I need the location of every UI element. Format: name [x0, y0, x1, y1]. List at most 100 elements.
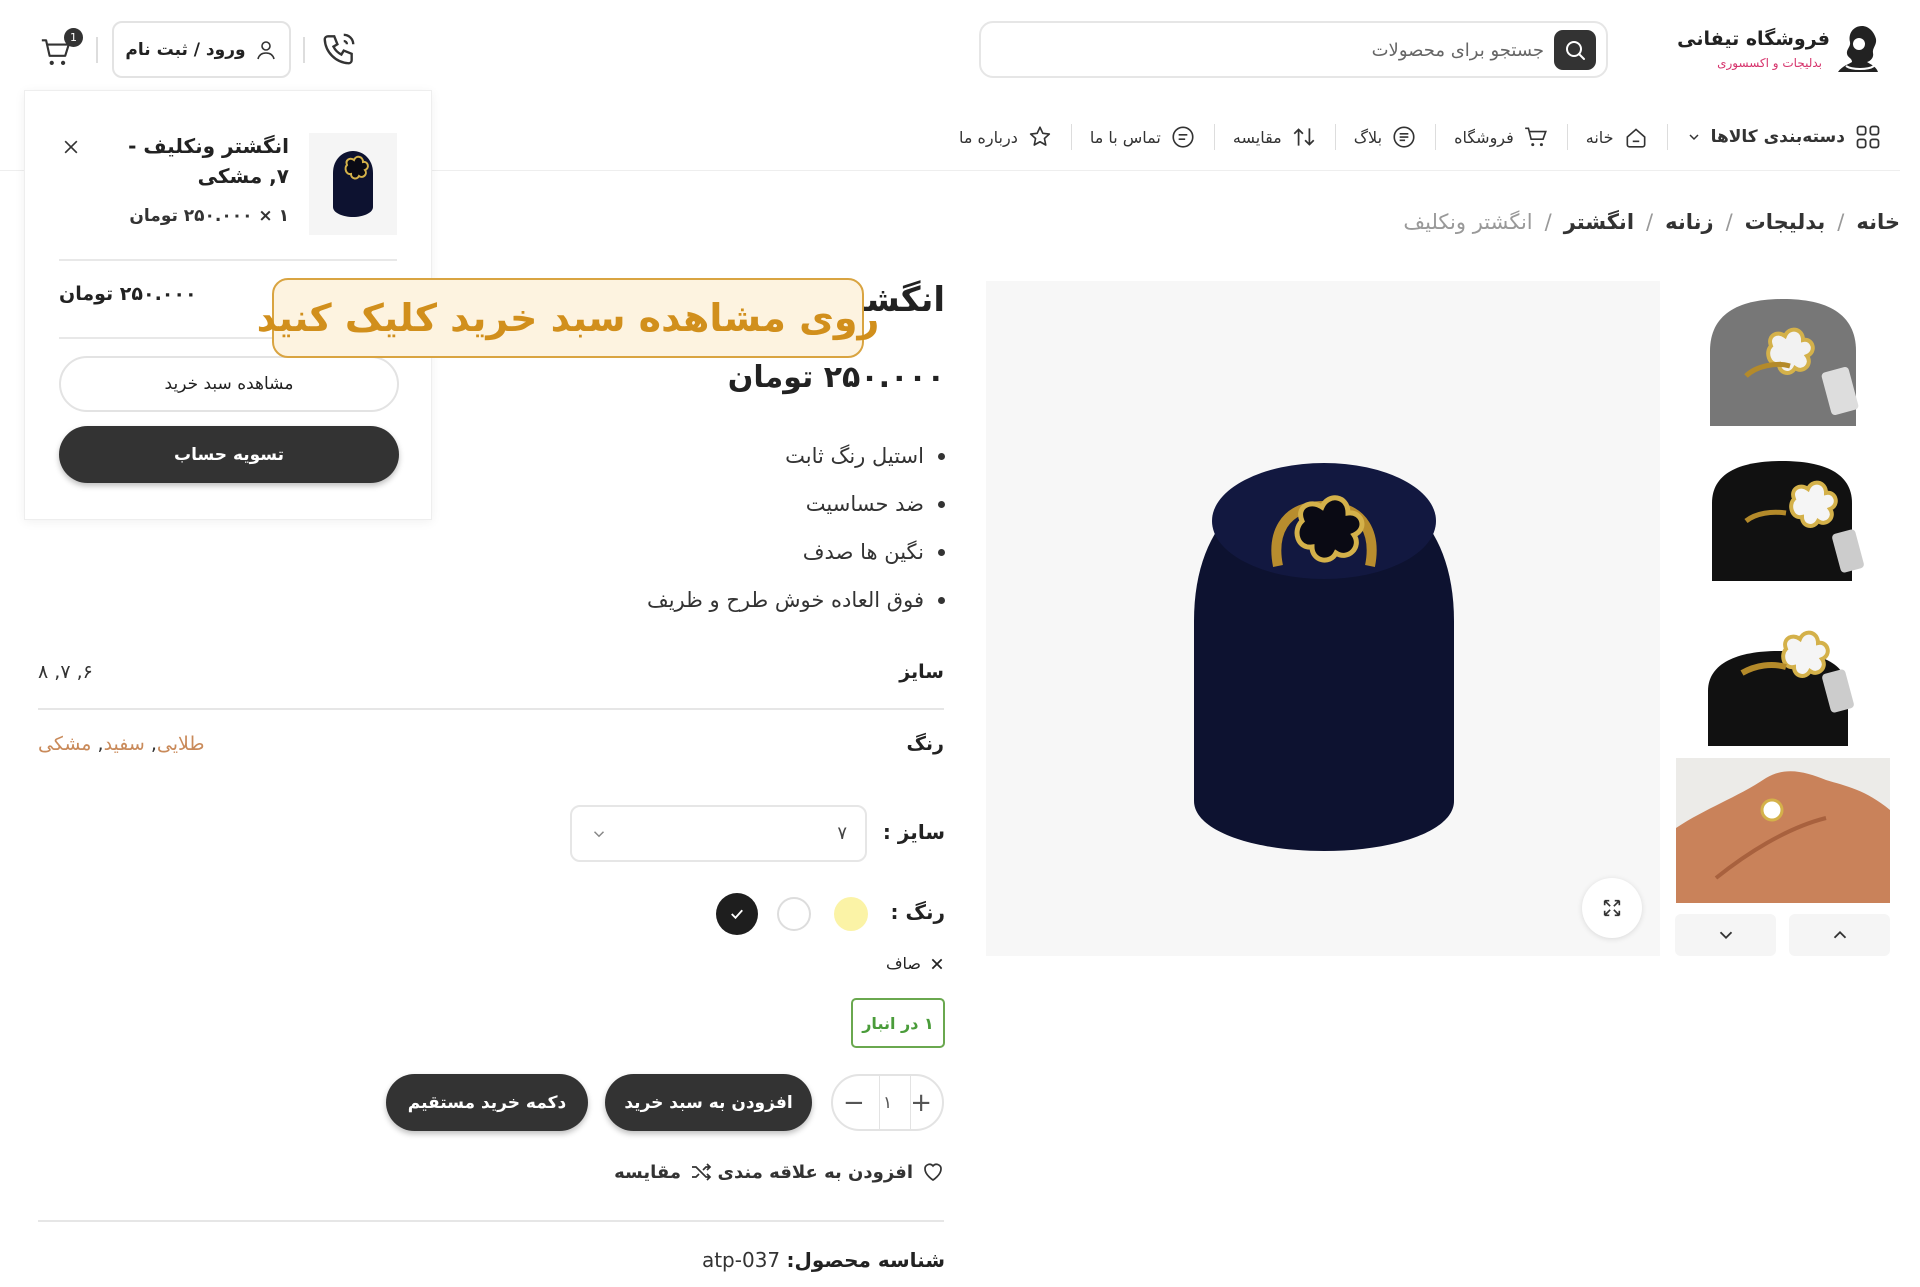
swatch-black-selected[interactable] [716, 893, 758, 935]
feature-item: استیل رنگ ثابت [647, 432, 945, 480]
color-link-gold[interactable]: طلایی [157, 733, 205, 755]
breadcrumb-separator: / [1837, 210, 1845, 234]
decrease-button[interactable]: − [843, 1088, 865, 1118]
attribute-row-size: سایز ۶, ۷, ۸ [38, 636, 944, 708]
sku-value: atp-037 [701, 1248, 781, 1272]
color-link-black[interactable]: مشکی [38, 733, 91, 755]
logo-subtitle: بدلیجات و اکسسوری [1717, 56, 1822, 70]
search-button[interactable] [1554, 30, 1596, 70]
product-sku: شناسه محصول: atp-037 [702, 1248, 945, 1272]
header-divider [303, 37, 305, 63]
compare-arrows-icon [1293, 128, 1315, 146]
add-to-cart-button[interactable]: افزودن به سبد خرید [605, 1074, 812, 1131]
swatch-gold[interactable] [834, 897, 868, 931]
attribute-size-value: ۶, ۷, ۸ [38, 661, 93, 683]
chat-icon [1172, 126, 1194, 148]
gallery-thumbnail-1[interactable] [1676, 281, 1890, 426]
store-logo[interactable]: فروشگاه تیفانی بدلیجات و اکسسوری [1677, 22, 1882, 78]
gallery-thumbnail-3[interactable] [1676, 601, 1890, 746]
attribute-color-label: رنگ [906, 733, 944, 755]
breadcrumb-separator: / [1544, 210, 1552, 234]
nav-contact-label: تماس با ما [1089, 127, 1161, 147]
breadcrumb-rings[interactable]: انگشتر [1564, 210, 1634, 234]
nav-divider [1666, 124, 1668, 150]
mini-cart-item-qty-price: ۱ × ۲۵۰.۰۰۰ تومان [129, 206, 289, 226]
instruction-tooltip: روی مشاهده سبد خرید کلیک کنید [257, 278, 879, 358]
feature-item: ضد حساسیت [647, 480, 945, 528]
document-icon [1393, 126, 1415, 148]
breadcrumb-separator: / [1725, 210, 1733, 234]
quantity-stepper[interactable]: + ۱ − [831, 1074, 944, 1131]
quantity-value[interactable]: ۱ [883, 1093, 892, 1113]
view-cart-button[interactable]: مشاهده سبد خرید [59, 356, 399, 412]
cart-count-badge: 1 [64, 28, 83, 47]
size-select-value: ۷ [837, 823, 847, 844]
feature-item: نگین ها صدف [647, 528, 945, 576]
mini-cart-divider [59, 259, 397, 261]
gallery-thumbnail-2[interactable] [1676, 441, 1890, 586]
wishlist-label: افزودن به علاقه مندی [717, 1161, 913, 1183]
grid-icon [1856, 125, 1880, 149]
logo-woman-icon [1832, 22, 1882, 78]
breadcrumb-women[interactable]: زنانه [1665, 210, 1713, 234]
nav-about[interactable]: درباره ما [941, 124, 1071, 150]
swatch-white[interactable] [777, 897, 811, 931]
compare-label: مقایسه [614, 1161, 681, 1183]
sku-label: شناسه محصول: [786, 1248, 946, 1272]
size-select[interactable]: ۷ [570, 805, 867, 862]
heart-icon [924, 1163, 942, 1182]
nav-categories[interactable]: دسته‌بندی کالاها [1668, 123, 1900, 151]
shuffle-icon [692, 1163, 712, 1181]
chevron-down-icon [1719, 931, 1732, 940]
search-input[interactable] [1024, 31, 1544, 69]
feature-list: استیل رنگ ثابت ضد حساسیت نگین ها صدف فوق… [647, 432, 945, 624]
login-register-button[interactable]: ورود / ثبت نام [112, 21, 291, 78]
header-cart-button[interactable]: 1 [38, 28, 88, 72]
main-product-image[interactable] [986, 281, 1660, 956]
breadcrumb-home[interactable]: خانه [1856, 210, 1900, 234]
nav-compare[interactable]: مقایسه [1215, 124, 1335, 150]
chevron-down-icon [1689, 134, 1699, 141]
clear-selection-link[interactable]: صاف [886, 954, 945, 973]
cart-icon [1524, 127, 1547, 147]
breadcrumb-current: انگشتر ونکلیف [1403, 210, 1533, 234]
phone-icon[interactable] [320, 30, 358, 68]
breadcrumb-jewelry[interactable]: بدلیجات [1745, 210, 1826, 234]
star-icon [1029, 126, 1050, 146]
gallery-prev-button[interactable] [1789, 914, 1890, 956]
nav-divider [1070, 124, 1072, 150]
product-price: ۲۵۰.۰۰۰ تومان [727, 360, 945, 395]
color-select-label: رنگ : [890, 900, 945, 924]
main-nav: دسته‌بندی کالاها خانه فروشگاه بلاگ مقایس… [941, 118, 1900, 156]
increase-button[interactable]: + [910, 1088, 932, 1118]
attribute-color-values: طلایی, سفید, مشکی [38, 733, 205, 755]
nav-contact[interactable]: تماس با ما [1072, 124, 1214, 150]
close-icon [931, 958, 943, 969]
breadcrumb-separator: / [1646, 210, 1654, 234]
gallery-next-button[interactable] [1675, 914, 1776, 956]
remove-item-icon[interactable] [61, 137, 81, 157]
checkout-button[interactable]: تسویه حساب [59, 426, 399, 483]
nav-home[interactable]: خانه [1568, 124, 1667, 150]
ring-photo [1708, 630, 1854, 746]
user-icon [256, 40, 275, 59]
size-select-label: سایز : [882, 820, 945, 844]
section-divider [38, 1220, 944, 1222]
header-divider [96, 37, 98, 63]
mini-cart-item-image[interactable] [309, 133, 397, 235]
buy-now-button[interactable]: دکمه خرید مستقیم [386, 1074, 588, 1131]
chevron-up-icon [1833, 930, 1846, 939]
ring-photo [1712, 461, 1864, 581]
compare-link[interactable]: مقایسه [614, 1160, 713, 1184]
color-link-white[interactable]: سفید [104, 733, 145, 755]
wishlist-link[interactable]: افزودن به علاقه مندی [718, 1160, 945, 1184]
ring-photo [309, 133, 397, 235]
mini-cart-subtotal: ۲۵۰.۰۰۰ تومان [59, 283, 197, 305]
feature-item: فوق العاده خوش طرح و ظریف [647, 576, 945, 624]
zoom-button[interactable] [1582, 878, 1642, 938]
nav-shop[interactable]: فروشگاه [1436, 124, 1567, 150]
mini-cart-item-name[interactable]: انگشتر ونکلیف - ۷, مشکی [119, 131, 289, 191]
nav-divider [1566, 124, 1568, 150]
gallery-thumbnail-4[interactable] [1676, 758, 1890, 903]
nav-blog[interactable]: بلاگ [1336, 124, 1435, 150]
